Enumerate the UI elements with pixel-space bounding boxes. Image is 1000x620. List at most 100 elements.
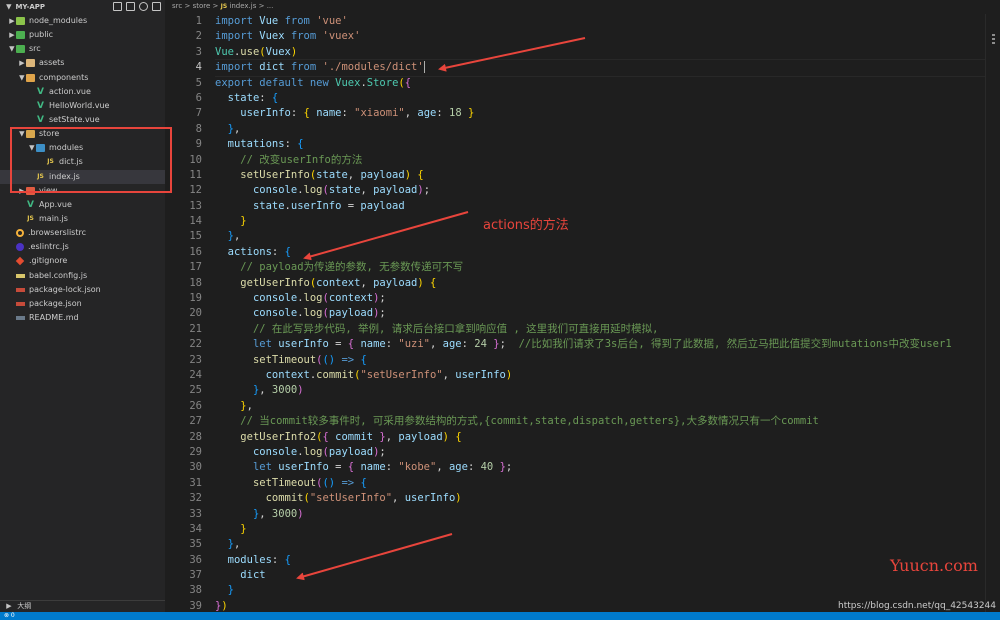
code-line[interactable]: import Vue from 'vue': [215, 14, 1000, 29]
breadcrumb-store[interactable]: store: [193, 2, 211, 10]
code-token: ,: [233, 538, 241, 551]
code-line[interactable]: // payload为传递的参数, 无参数传递可不写: [215, 260, 1000, 275]
code-token: name: [360, 461, 386, 474]
code-line[interactable]: modules: {: [215, 553, 1000, 568]
tree-file[interactable]: package-lock.json: [0, 283, 165, 297]
overview-ruler[interactable]: [985, 14, 1000, 612]
tree-file[interactable]: .browserslistrc: [0, 226, 165, 240]
tree-item-label: .eslintrc.js: [28, 242, 69, 252]
code-line[interactable]: // 改变userInfo的方法: [215, 153, 1000, 168]
code-line[interactable]: }: [215, 583, 1000, 598]
code-line[interactable]: let userInfo = { name: "uzi", age: 24 };…: [215, 337, 1000, 352]
code-line[interactable]: },: [215, 229, 1000, 244]
code-line[interactable]: }: [215, 522, 1000, 537]
code-line[interactable]: state.userInfo = payload: [215, 199, 1000, 214]
code-line[interactable]: // 在此写异步代码, 举例, 请求后台接口拿到响应值 , 这里我们可直接用延时…: [215, 322, 1000, 337]
tree-file[interactable]: .gitignore: [0, 254, 165, 268]
chevron-right-icon: ▶: [9, 31, 15, 40]
code-line[interactable]: }, 3000): [215, 507, 1000, 522]
outline-panel-header[interactable]: ▶ 大纲: [0, 600, 165, 612]
code-line[interactable]: // 当commit较多事件时, 可采用参数结构的方式,{commit,stat…: [215, 414, 1000, 429]
code-line[interactable]: }: [215, 214, 1000, 229]
js-icon: JS: [27, 215, 34, 223]
tree-file[interactable]: .eslintrc.js: [0, 240, 165, 254]
code-line[interactable]: console.log(payload);: [215, 306, 1000, 321]
new-file-icon[interactable]: [113, 2, 122, 11]
tree-folder[interactable]: ▶ src: [0, 42, 165, 56]
git-icon: [15, 257, 25, 266]
code-line[interactable]: import dict from './modules/dict': [215, 59, 1000, 77]
tree-file[interactable]: babel.config.js: [0, 269, 165, 283]
code-token: payload: [398, 430, 443, 443]
explorer-root-header[interactable]: ▶ MY-APP: [0, 0, 165, 14]
code-token: 24: [474, 338, 487, 351]
code-line[interactable]: console.log(state, payload);: [215, 183, 1000, 198]
code-token: ;: [379, 445, 386, 458]
tree-file[interactable]: V HelloWorld.vue: [0, 99, 165, 113]
code-line[interactable]: console.log(payload);: [215, 445, 1000, 460]
code-line[interactable]: console.log(context);: [215, 291, 1000, 306]
code-token: userInfo: [278, 338, 329, 351]
remote-icon[interactable]: ⊗ 0: [4, 612, 15, 619]
code-token: userInfo: [404, 492, 456, 505]
code-token: Vuex: [335, 76, 361, 89]
tree-file[interactable]: README.md: [0, 311, 165, 325]
code-line[interactable]: userInfo: { name: "xiaomi", age: 18 }: [215, 106, 1000, 121]
code-token: :: [341, 107, 355, 120]
tree-folder[interactable]: ▶ assets: [0, 56, 165, 70]
tree-file[interactable]: JS main.js: [0, 212, 165, 226]
code-line[interactable]: mutations: {: [215, 137, 1000, 152]
tree-file[interactable]: Vaction.vue: [0, 85, 165, 99]
code-line[interactable]: setTimeout(() => {: [215, 476, 1000, 491]
code-token: userInfo: [240, 107, 291, 120]
code-token: use: [240, 45, 260, 58]
code-token: userInfo: [290, 199, 342, 212]
code-line[interactable]: getUserInfo2({ commit }, payload) {: [215, 430, 1000, 445]
line-number: 2: [195, 30, 202, 43]
tree-item-label: public: [29, 30, 54, 40]
code-line[interactable]: },: [215, 399, 1000, 414]
breadcrumb-symbols[interactable]: ...: [267, 2, 274, 10]
code-token: payload: [360, 168, 405, 181]
tree-file[interactable]: V App.vue: [0, 198, 165, 212]
code-token: let: [252, 461, 272, 474]
code-token: Vuex: [259, 30, 285, 43]
browserslist-icon: [16, 229, 24, 238]
code-token: name: [316, 107, 342, 120]
code-line[interactable]: let userInfo = { name: "kobe", age: 40 }…: [215, 460, 1000, 475]
code-line[interactable]: export default new Vuex.Store({: [215, 76, 1000, 91]
tree-item-label: .gitignore: [29, 256, 68, 266]
code-line[interactable]: state: {: [215, 91, 1000, 106]
breadcrumb-src[interactable]: src: [172, 2, 182, 10]
tree-file[interactable]: package.json: [0, 297, 165, 311]
code-line[interactable]: setUserInfo(state, payload) {: [215, 168, 1000, 183]
code-line[interactable]: }, 3000): [215, 383, 1000, 398]
code-line[interactable]: context.commit("setUserInfo", userInfo): [215, 368, 1000, 383]
js-icon: JS: [220, 3, 228, 10]
code-line[interactable]: actions: {: [215, 245, 1000, 260]
tree-item-label: main.js: [39, 214, 68, 224]
breadcrumb-file[interactable]: index.js: [229, 2, 256, 10]
tree-folder[interactable]: ▶ node_modules: [0, 14, 165, 28]
code-line[interactable]: Vue.use(Vuex): [215, 45, 1000, 60]
code-line[interactable]: dict: [215, 568, 1000, 583]
tree-file[interactable]: VsetState.vue: [0, 113, 165, 127]
code-line[interactable]: import Vuex from 'vuex': [215, 29, 1000, 44]
code-token: :: [467, 461, 481, 474]
code-line[interactable]: setTimeout(() => {: [215, 353, 1000, 368]
collapse-all-icon[interactable]: [152, 2, 161, 11]
source-url: https://blog.csdn.net/qq_42543244: [838, 601, 997, 611]
code-token: from: [290, 61, 317, 74]
code-line[interactable]: },: [215, 537, 1000, 552]
code-line[interactable]: getUserInfo(context, payload) {: [215, 276, 1000, 291]
code-editor[interactable]: import Vue from 'vue' import Vuex from 'v…: [215, 14, 1000, 614]
tree-folder[interactable]: ▶ public: [0, 28, 165, 42]
code-line[interactable]: commit("setUserInfo", userInfo): [215, 491, 1000, 506]
refresh-icon[interactable]: [139, 2, 148, 11]
chevron-right-icon: ▶: [19, 59, 25, 68]
new-folder-icon[interactable]: [126, 2, 135, 11]
code-line[interactable]: },: [215, 122, 1000, 137]
tree-folder[interactable]: ▶ components: [0, 71, 165, 85]
